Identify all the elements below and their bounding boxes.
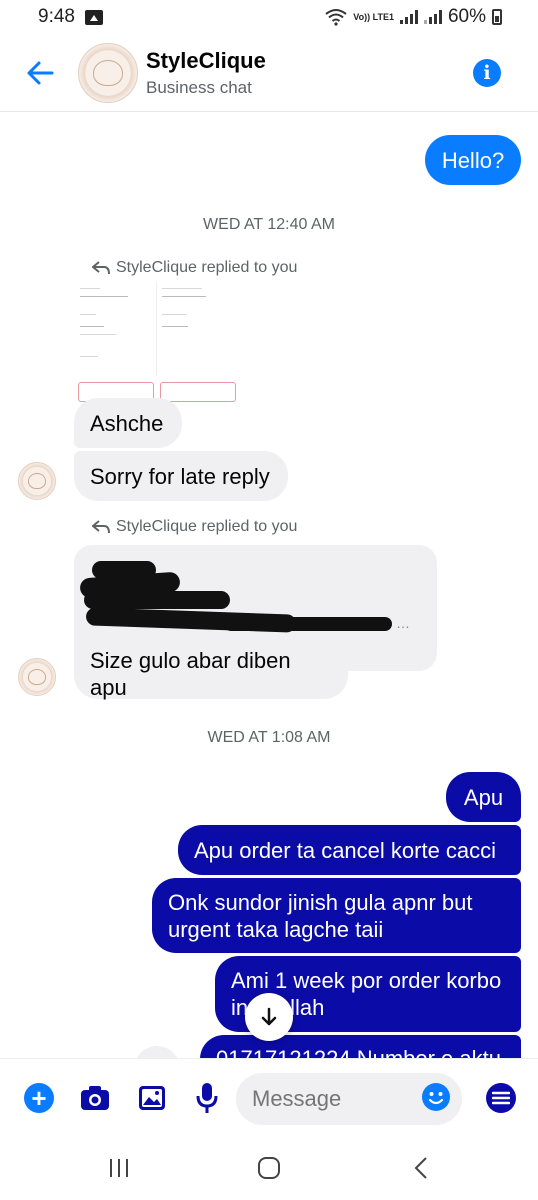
scroll-to-bottom-button[interactable] <box>245 993 293 1041</box>
info-button[interactable]: i <box>473 58 501 87</box>
message-text: Size gulo abar diben apu <box>90 648 291 700</box>
menu-icon <box>492 1091 510 1105</box>
timestamp: WED AT 1:08 AM <box>207 729 331 746</box>
home-icon <box>258 1157 280 1179</box>
back-button[interactable] <box>20 53 60 93</box>
add-button[interactable]: + <box>24 1083 54 1113</box>
message-text: Sorry for late reply <box>90 463 270 489</box>
reply-indicator: StyleClique replied to you <box>92 259 297 277</box>
message-text: Ashche <box>90 410 164 436</box>
menu-button[interactable] <box>486 1083 516 1113</box>
reply-arrow-icon <box>92 520 110 534</box>
avatar[interactable] <box>78 42 138 103</box>
chat-header: StyleClique Business chat i <box>0 34 538 112</box>
reply-label: StyleClique replied to you <box>116 259 298 276</box>
back-arrow-icon <box>27 61 54 84</box>
status-time: 9:48 <box>38 6 75 27</box>
ellipsis: … <box>396 615 410 631</box>
message-text: Apu <box>463 784 504 810</box>
image-icon <box>139 1086 165 1110</box>
message-text: Hello? <box>441 147 505 173</box>
battery-icon <box>492 9 502 25</box>
chevron-left-icon <box>414 1157 427 1179</box>
back-nav-button[interactable] <box>408 1154 434 1182</box>
network-type: Vo)) LTE1 <box>353 11 394 22</box>
gallery-button[interactable] <box>137 1083 167 1113</box>
arrow-down-icon <box>261 1007 277 1026</box>
message-text-fragment: llah <box>290 995 325 1020</box>
timestamp: WED AT 12:40 AM <box>203 216 335 233</box>
system-nav-bar <box>0 1138 538 1200</box>
microphone-icon <box>196 1083 218 1113</box>
avatar[interactable] <box>18 462 56 500</box>
message-text: Apu order ta cancel korte cacci <box>194 837 497 863</box>
logo-icon <box>93 59 123 86</box>
logo-icon <box>28 669 46 685</box>
signal-2-icon <box>423 10 442 24</box>
logo-icon <box>28 473 46 489</box>
avatar[interactable] <box>18 658 56 696</box>
camera-button[interactable] <box>80 1083 110 1113</box>
message-bubble-incoming[interactable]: Ashche <box>74 398 182 448</box>
recents-icon <box>110 1159 128 1177</box>
message-text-line: Onk sundor jinish gula apnr but <box>168 889 473 915</box>
contact-info[interactable]: StyleClique Business chat <box>146 48 266 98</box>
home-button[interactable] <box>256 1154 282 1182</box>
message-composer: + <box>0 1058 538 1138</box>
recent-apps-button[interactable] <box>106 1154 132 1182</box>
emoji-button[interactable] <box>422 1083 450 1111</box>
message-bubble-outgoing[interactable]: Onk sundor jinish gula apnr but urgent t… <box>152 878 521 953</box>
voice-button[interactable] <box>194 1081 220 1115</box>
message-bubble-incoming[interactable]: Sorry for late reply <box>74 451 288 501</box>
camera-icon <box>81 1086 109 1110</box>
signal-icon <box>399 10 418 24</box>
contact-name: StyleClique <box>146 47 266 73</box>
smiley-icon <box>423 1084 449 1110</box>
reply-indicator: StyleClique replied to you <box>92 518 297 536</box>
message-bubble-outgoing[interactable]: Apu <box>446 772 521 822</box>
replied-image[interactable] <box>76 282 246 406</box>
reply-label: StyleClique replied to you <box>116 518 298 535</box>
message-bubble-outgoing[interactable]: Hello? <box>425 135 521 185</box>
message-text-line: urgent taka lagche taii <box>168 916 384 942</box>
contact-subtitle: Business chat <box>146 77 252 97</box>
info-icon: i <box>483 61 491 84</box>
reply-arrow-icon <box>92 261 110 275</box>
battery-percent: 60% <box>447 6 486 27</box>
message-text-line: Ami 1 week por order korbo <box>231 968 502 993</box>
wifi-icon <box>325 9 347 26</box>
message-bubble-incoming[interactable]: Size gulo abar diben apu <box>74 648 348 700</box>
gallery-notification-icon <box>84 9 103 25</box>
plus-icon: + <box>31 1083 47 1113</box>
status-bar: 9:48 Vo)) LTE1 60% <box>0 0 538 34</box>
status-indicators: Vo)) LTE1 60% <box>325 6 502 28</box>
message-bubble-outgoing[interactable]: Apu order ta cancel korte cacci <box>178 825 521 875</box>
